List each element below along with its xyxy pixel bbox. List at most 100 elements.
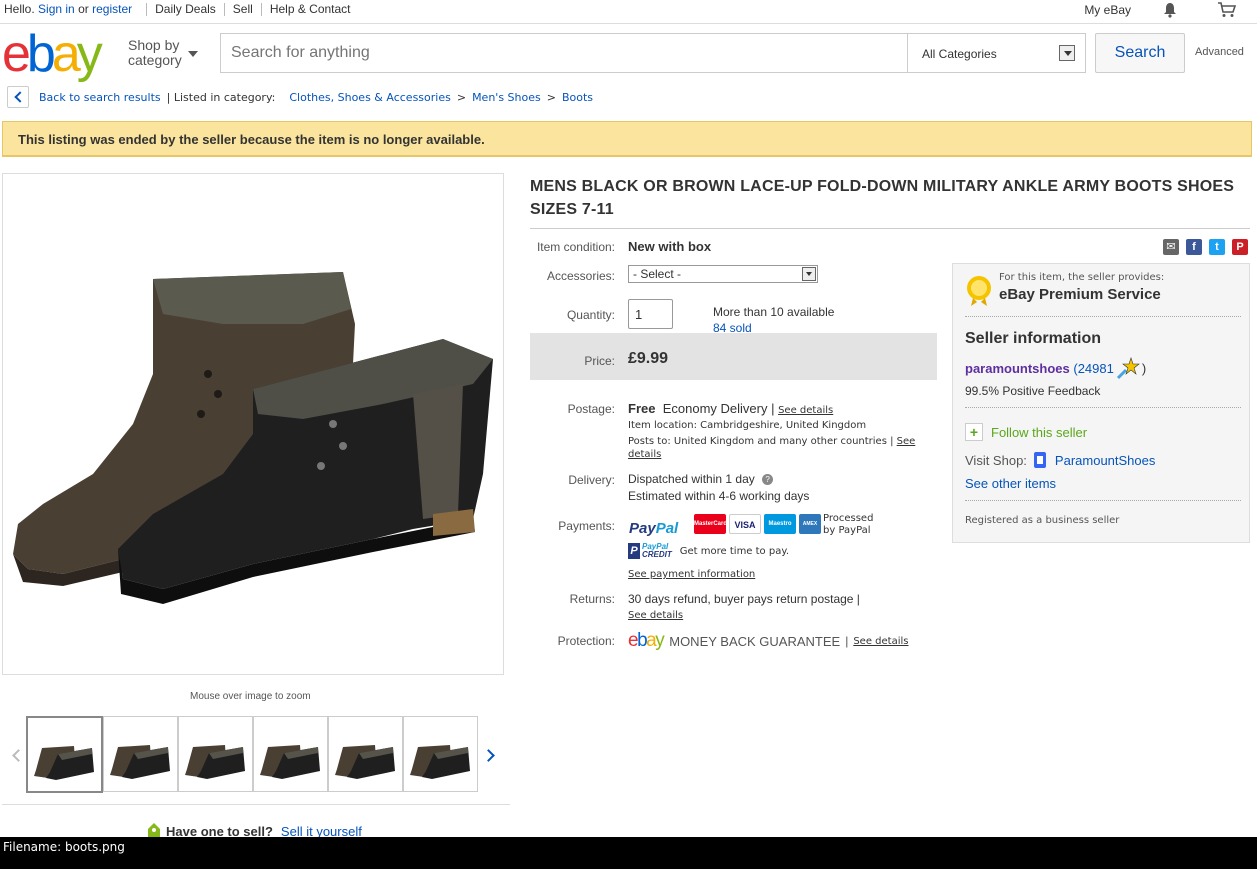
postage-value: Free Economy Delivery | See details (628, 401, 833, 416)
back-to-results-link[interactable]: Back to search results (39, 91, 161, 104)
listed-in-label: | Listed in category: (166, 90, 276, 104)
mbg-text: MONEY BACK GUARANTEE (669, 633, 841, 649)
thumbnail-strip (26, 716, 478, 793)
registered-business-text: Registered as a business seller (965, 515, 1120, 526)
facebook-share-icon[interactable]: f (1186, 239, 1202, 255)
advanced-search-link[interactable]: Advanced (1195, 46, 1244, 58)
sell-link[interactable]: Sell (233, 2, 253, 16)
more-time-text: Get more time to pay. (679, 545, 789, 557)
accessories-label: Accessories: (546, 269, 615, 283)
money-back-guarantee: ebay MONEY BACK GUARANTEE | See details (628, 630, 908, 652)
delivery-label: Delivery: (568, 473, 615, 487)
logo-letter: y (655, 630, 665, 651)
positive-feedback-text: 99.5% Positive Feedback (965, 384, 1101, 398)
ebay-logo[interactable]: ebay (2, 25, 103, 83)
paypal-credit: P PayPal CREDIT Get more time to pay. (628, 543, 789, 559)
returns-see-details-link[interactable]: See details (628, 610, 683, 621)
shop-by-category-button[interactable]: Shop by category (128, 38, 182, 68)
category-select-value: All Categories (922, 47, 997, 61)
quantity-input[interactable]: 1 (628, 299, 673, 329)
item-title: MENS BLACK OR BROWN LACE-UP FOLD-DOWN MI… (530, 178, 1235, 218)
search-button[interactable]: Search (1095, 33, 1185, 73)
listing-ended-banner: This listing was ended by the seller bec… (2, 121, 1252, 157)
thumbnail[interactable] (26, 716, 103, 793)
seller-name-link[interactable]: paramountshoes (965, 361, 1070, 376)
breadcrumb-item[interactable]: Clothes, Shoes & Accessories (289, 91, 450, 104)
thumbnail[interactable] (178, 716, 253, 792)
cart-icon[interactable] (1217, 2, 1237, 18)
help-icon[interactable]: ? (762, 474, 774, 486)
register-link[interactable]: register (92, 2, 132, 16)
zoom-hint: Mouse over image to zoom (190, 691, 311, 702)
paypal-credit-text: PayPal CREDIT (642, 543, 672, 559)
shop-name-link[interactable]: ParamountShoes (1055, 453, 1155, 468)
paypal-logo-part: Pal (655, 520, 679, 537)
thumbnail[interactable] (403, 716, 478, 792)
see-other-items-link[interactable]: See other items (965, 476, 1056, 491)
seller-provides-text: For this item, the seller provides: (999, 272, 1165, 283)
pinterest-share-icon[interactable]: P (1232, 239, 1248, 255)
dropdown-arrow-icon[interactable] (1059, 45, 1075, 61)
divider (965, 500, 1241, 501)
thumbnail[interactable] (328, 716, 403, 792)
daily-deals-link[interactable]: Daily Deals (155, 2, 216, 16)
breadcrumb-item[interactable]: Men's Shoes (472, 91, 541, 104)
feedback-score-link[interactable]: (24981 (1073, 361, 1113, 376)
logo-letter: a (646, 630, 657, 651)
postage-see-details-link[interactable]: See details (778, 405, 833, 416)
email-share-icon[interactable]: ✉ (1163, 239, 1179, 255)
back-arrow-icon[interactable] (7, 86, 29, 108)
seller-name-row: paramountshoes (24981 ) (965, 356, 1146, 380)
chevron-down-icon[interactable] (188, 51, 198, 57)
top-nav-right: My eBay (1084, 2, 1237, 18)
postage-free: Free (628, 401, 656, 416)
category-select[interactable]: All Categories (907, 34, 1085, 72)
my-ebay-link[interactable]: My eBay (1084, 3, 1131, 17)
divider (965, 316, 1241, 317)
posts-to-details-link[interactable]: details (628, 449, 661, 460)
item-location: Item location: Cambridgeshire, United Ki… (628, 420, 867, 431)
ebay-small-logo: ebay (628, 630, 665, 652)
notification-bell-icon[interactable] (1163, 2, 1177, 18)
logo-letter: e (628, 630, 639, 651)
quantity-label: Quantity: (566, 308, 615, 322)
breadcrumb-item[interactable]: Boots (562, 91, 593, 104)
logo-letter: b (26, 25, 56, 83)
logo-letter: e (2, 25, 31, 83)
help-contact-link[interactable]: Help & Contact (270, 2, 351, 16)
card-logos: MasterCard VISA Maestro AMEX (694, 514, 824, 534)
twitter-share-icon[interactable]: t (1209, 239, 1225, 255)
posts-to-see-link[interactable]: See (897, 436, 916, 447)
posts-to-text: Posts to: United Kingdom and many other … (628, 436, 894, 447)
premium-service-title: eBay Premium Service (999, 286, 1161, 303)
accessories-select[interactable]: - Select - (628, 265, 818, 283)
thumbnail[interactable] (253, 716, 328, 792)
paypal-credit-logo: P (628, 543, 640, 559)
search-input[interactable] (221, 34, 907, 72)
carousel-prev-icon[interactable] (10, 747, 26, 763)
processed-by-paypal: Processed by PayPal (823, 513, 873, 537)
seller-info-title: Seller information (965, 330, 1102, 347)
feedback-score-close: ) (1141, 360, 1147, 376)
main-product-image[interactable] (2, 173, 504, 675)
breadcrumb-separator: > (456, 90, 467, 104)
divider (965, 407, 1241, 408)
paypal-logo-part: Pay (629, 520, 656, 537)
see-payment-info-link[interactable]: See payment information (628, 569, 755, 580)
breadcrumb-separator: > (546, 90, 556, 104)
protection-see-details-link[interactable]: See details (853, 636, 908, 647)
divider (146, 2, 148, 16)
posts-to: Posts to: United Kingdom and many other … (628, 436, 915, 447)
search-bar: All Categories (220, 33, 1086, 73)
sign-in-link[interactable]: Sign in (38, 2, 75, 16)
logo-letter: y (76, 25, 103, 83)
processed-text: Processed (823, 513, 874, 524)
carousel-next-icon[interactable] (482, 747, 498, 763)
shop-by-line2: category (128, 52, 182, 68)
seller-panel: For this item, the seller provides: eBay… (952, 263, 1250, 543)
postage-label: Postage: (567, 402, 615, 416)
dropdown-arrow-icon[interactable] (802, 267, 816, 281)
follow-seller-button[interactable]: + Follow this seller (965, 423, 1087, 441)
thumbnail[interactable] (103, 716, 178, 792)
logo-letter: b (637, 630, 648, 651)
